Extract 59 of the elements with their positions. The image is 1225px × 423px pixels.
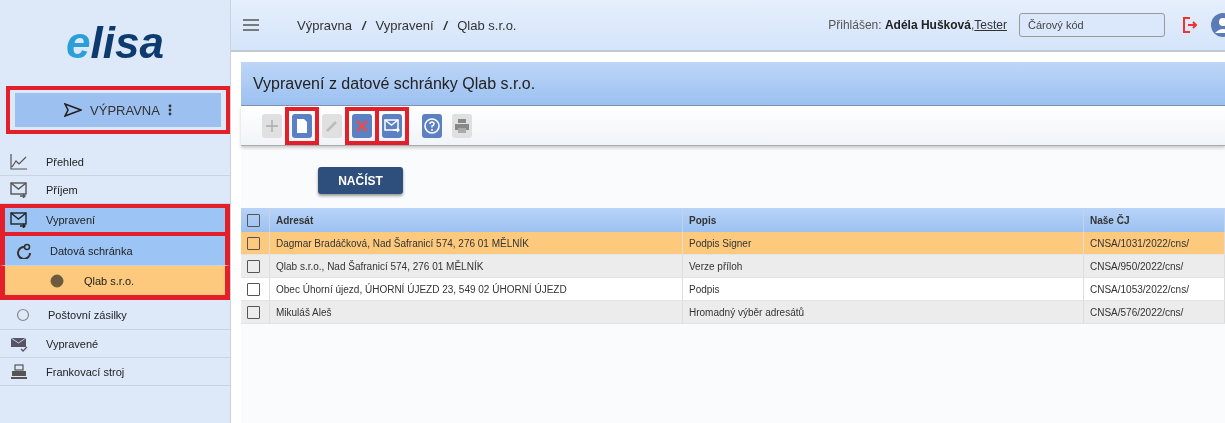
nav-item[interactable]: Přehled (0, 148, 230, 176)
table-cell: Qlab s.r.o., Nad Šafranicí 574, 276 01 MĚLNÍK (276, 260, 484, 272)
column-header[interactable]: Adresát (276, 214, 314, 226)
row-checkbox[interactable] (247, 236, 260, 250)
table-cell: Obec Úhorní újezd, ÚHORNÍ ÚJEZD 23, 549 02 ÚHORNÍ ÚJEZD (276, 283, 567, 295)
dot-icon (50, 273, 64, 288)
nav-item[interactable]: Frankovací stroj (0, 358, 230, 386)
module-button[interactable]: VÝPRAVNA (15, 93, 221, 127)
print-icon (454, 118, 470, 133)
breadcrumb-separator: / (361, 17, 366, 33)
breadcrumb-link[interactable]: Vypravení (375, 17, 434, 33)
delete-button[interactable] (352, 113, 372, 138)
logo: elisa (66, 18, 164, 68)
barcode-field[interactable]: Čárový kód (1019, 13, 1165, 37)
document-icon (296, 117, 308, 134)
row-checkbox[interactable] (247, 282, 260, 296)
column-header[interactable]: Naše ČJ (1090, 214, 1130, 226)
role-link[interactable]: Tester (974, 18, 1007, 32)
menu-icon[interactable] (243, 19, 259, 31)
table-cell: Podpis Signer (689, 237, 752, 249)
document-button[interactable] (292, 113, 312, 138)
table-cell: Hromadný výběr adresátů (689, 306, 805, 318)
nav-item[interactable]: Datová schránka (0, 236, 230, 266)
load-button[interactable]: NAČÍST (318, 167, 403, 194)
pencil-icon (325, 118, 339, 133)
table-cell: Mikuláš Aleš (276, 306, 332, 318)
send-icon (64, 103, 83, 117)
nav-item[interactable]: Vypravené (0, 330, 230, 358)
help-button[interactable] (422, 113, 442, 138)
table-cell: Podpis (689, 283, 720, 295)
table-cell: CNSA/1053/2022/cns/ (1090, 283, 1189, 295)
plus-icon (265, 118, 279, 133)
table-cell: CNSA/950/2022/cns/ (1090, 260, 1184, 272)
help-icon (424, 117, 440, 134)
breadcrumb-separator: / (443, 17, 448, 33)
machine-icon (10, 363, 28, 380)
radio-icon (16, 307, 30, 322)
table-cell: Verze příloh (689, 260, 743, 272)
login-info: Přihlášen: Adéla Hušková, (828, 18, 975, 32)
send-button[interactable] (382, 113, 402, 138)
mail-check-icon (10, 335, 28, 352)
delete-icon (355, 118, 369, 133)
nav-item[interactable]: Poštovní zásilky (0, 300, 230, 330)
row-checkbox[interactable] (247, 259, 260, 273)
breadcrumb-link[interactable]: Qlab s.r.o. (457, 17, 517, 33)
logout-icon[interactable] (1183, 17, 1197, 33)
table-cell: CNSA/1031/2022/cns/ (1090, 237, 1189, 249)
select-all-checkbox[interactable] (247, 213, 260, 227)
data-box-icon (16, 242, 32, 259)
chart-icon (10, 153, 28, 170)
breadcrumb-link[interactable]: Výpravna (297, 17, 352, 33)
column-header[interactable]: Popis (689, 214, 717, 226)
table-cell: Dagmar Bradáčková, Nad Šafranicí 574, 276 01 MĚLNÍK (276, 237, 529, 249)
nav-item[interactable]: Qlab s.r.o. (0, 266, 230, 300)
row-checkbox[interactable] (247, 305, 260, 319)
table-cell: CNSA/576/2022/cns/ (1090, 306, 1184, 318)
more-icon (167, 104, 172, 116)
nav-item[interactable]: Vypravení (0, 204, 230, 236)
panel-title: Vypravení z datové schránky Qlab s.r.o. (241, 62, 1225, 106)
